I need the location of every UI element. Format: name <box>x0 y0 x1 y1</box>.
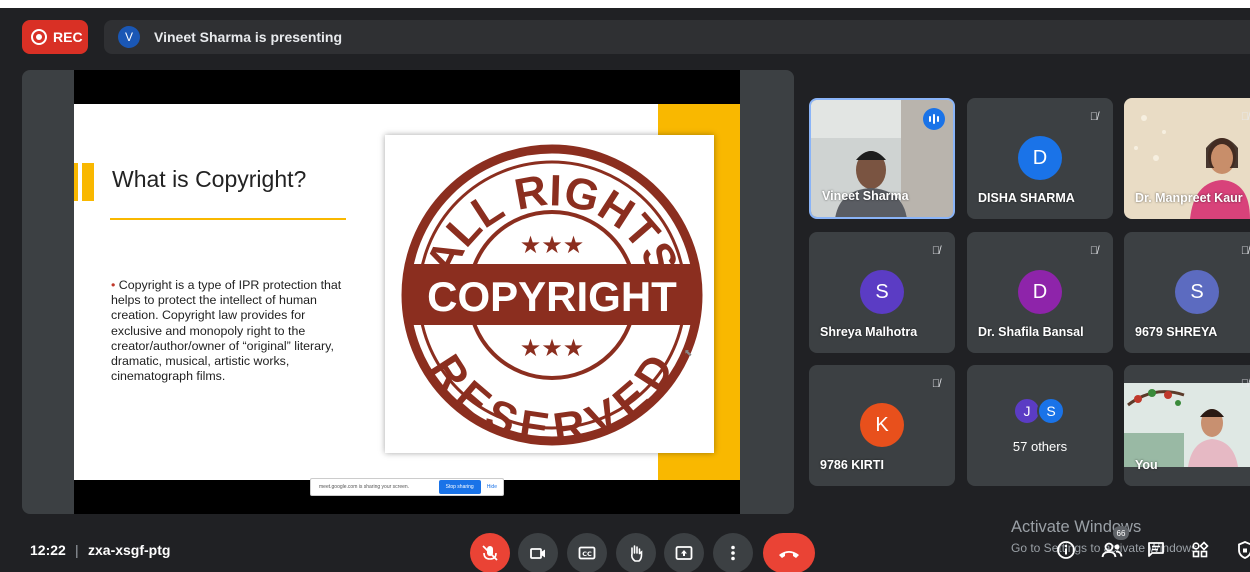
mic-off-icon: 🎙̸ <box>931 378 941 390</box>
raise-hand-button[interactable] <box>616 533 656 572</box>
slide: What is Copyright? • Copyright is a type… <box>74 104 740 480</box>
stop-sharing-button[interactable]: Stop sharing <box>438 480 481 494</box>
mic-off-icon: 🎙̸ <box>1089 111 1099 123</box>
participant-tile-9679-shreya[interactable]: 🎙̸ S 9679 SHREYA <box>1124 232 1250 353</box>
stamp-stars-bottom: ★★★ <box>520 334 585 362</box>
camera-icon <box>530 548 545 559</box>
bullet-text: Copyright is a type of IPR protection th… <box>111 278 342 384</box>
raise-hand-icon <box>631 545 643 562</box>
more-options-button[interactable] <box>713 533 753 572</box>
end-call-button[interactable] <box>763 533 815 572</box>
chat-icon <box>1148 542 1164 557</box>
chat-button[interactable] <box>1145 539 1167 561</box>
host-controls-button[interactable] <box>1234 539 1250 561</box>
avatar: S <box>1037 397 1065 425</box>
mic-off-icon: 🎙̸ <box>1089 245 1099 257</box>
record-icon <box>31 29 47 45</box>
shared-screen: What is Copyright? • Copyright is a type… <box>74 70 740 514</box>
mic-off-icon: 🎙̸ <box>1240 245 1250 257</box>
people-button[interactable] <box>1101 539 1123 561</box>
mic-off-icon <box>482 545 498 561</box>
avatar: S <box>1175 270 1219 314</box>
sharing-notification-bar: meet.google.com is sharing your screen. … <box>310 478 504 496</box>
participant-name: DISHA SHARMA <box>978 191 1075 205</box>
participant-name: Vineet Sharma <box>822 189 909 203</box>
mouse-cursor-icon: ⬉ <box>684 348 693 359</box>
end-call-icon <box>779 551 799 558</box>
rec-label: REC <box>53 29 83 45</box>
bullet-marker: • <box>111 278 116 292</box>
stamp-center-text: COPYRIGHT <box>427 273 677 320</box>
participant-name: 9786 KIRTI <box>820 458 884 472</box>
meet-window: REC V Vineet Sharma is presenting What i… <box>0 8 1250 572</box>
separator: | <box>75 542 79 558</box>
avatar: D <box>1018 270 1062 314</box>
mic-off-icon: 🎙̸ <box>1240 378 1250 390</box>
participant-tile-you[interactable]: 🎙̸ You <box>1124 365 1250 486</box>
svg-text:CC: CC <box>582 550 592 558</box>
avatar: S <box>860 270 904 314</box>
participant-tile-disha-sharma[interactable]: 🎙̸ D DISHA SHARMA <box>967 98 1113 219</box>
mic-toggle-button[interactable] <box>470 533 510 572</box>
participant-tile-shreya-malhotra[interactable]: 🎙̸ S Shreya Malhotra <box>809 232 955 353</box>
people-count-badge: 66 <box>1113 526 1129 540</box>
activities-icon <box>1192 541 1209 558</box>
camera-toggle-button[interactable] <box>518 533 558 572</box>
slide-title-accent <box>74 163 94 201</box>
presentation-tile[interactable]: What is Copyright? • Copyright is a type… <box>22 70 794 514</box>
presenting-banner: V Vineet Sharma is presenting <box>104 20 1250 54</box>
others-avatars: J S <box>1013 397 1069 427</box>
participant-tile-shafila-bansal[interactable]: 🎙̸ D Dr. Shafila Bansal <box>967 232 1113 353</box>
slide-bullet: • Copyright is a type of IPR protection … <box>111 278 351 384</box>
slide-title: What is Copyright? <box>112 166 307 192</box>
hide-button[interactable]: Hide <box>487 484 503 490</box>
watermark-title: Activate Windows <box>1011 518 1142 536</box>
mic-off-icon: 🎙̸ <box>931 245 941 257</box>
host-controls-icon <box>1238 541 1250 559</box>
avatar: K <box>860 403 904 447</box>
participant-name: You <box>1135 458 1158 472</box>
more-icon <box>731 545 735 561</box>
copyright-stamp-image: ALL RIGHTS RESERVED ★★★ COPYRIGHT ★★★ <box>385 135 714 453</box>
copyright-stamp-icon: ALL RIGHTS RESERVED ★★★ COPYRIGHT ★★★ <box>401 144 703 453</box>
participant-name: Dr. Shafila Bansal <box>978 325 1084 339</box>
participant-tile-manpreet-kaur[interactable]: 🎙̸ Dr. Manpreet Kaur <box>1124 98 1250 219</box>
captions-icon: CC <box>578 546 596 560</box>
meeting-details-button[interactable] <box>1055 539 1077 561</box>
participant-tile-9786-kirti[interactable]: 🎙̸ K 9786 KIRTI <box>809 365 955 486</box>
recording-indicator[interactable]: REC <box>22 20 88 54</box>
mic-off-icon: 🎙̸ <box>1240 111 1250 123</box>
presenting-text: Vineet Sharma is presenting <box>154 29 343 45</box>
meeting-code: zxa-xsgf-ptg <box>88 542 171 558</box>
captions-button[interactable]: CC <box>567 533 607 572</box>
avatar: D <box>1018 136 1062 180</box>
participant-name: 9679 SHREYA <box>1135 325 1218 339</box>
meeting-time: 12:22 <box>30 542 66 558</box>
slide-title-underline <box>110 218 346 220</box>
activities-button[interactable] <box>1189 539 1211 561</box>
others-tile[interactable]: J S 57 others <box>967 365 1113 486</box>
sharing-text: meet.google.com is sharing your screen. <box>319 484 410 490</box>
speaking-icon <box>923 108 945 130</box>
participant-name: Shreya Malhotra <box>820 325 918 339</box>
participant-tile-vineet-sharma[interactable]: Vineet Sharma <box>809 98 955 219</box>
present-button[interactable] <box>664 533 704 572</box>
stamp-stars-top: ★★★ <box>520 231 585 259</box>
present-icon <box>675 546 693 560</box>
others-count: 57 others <box>1012 439 1068 454</box>
presenter-avatar: V <box>118 26 140 48</box>
slide-title-accent-gap <box>78 163 82 201</box>
people-icon <box>1101 542 1123 558</box>
info-icon <box>1057 541 1075 559</box>
participant-name: Dr. Manpreet Kaur <box>1135 191 1243 205</box>
